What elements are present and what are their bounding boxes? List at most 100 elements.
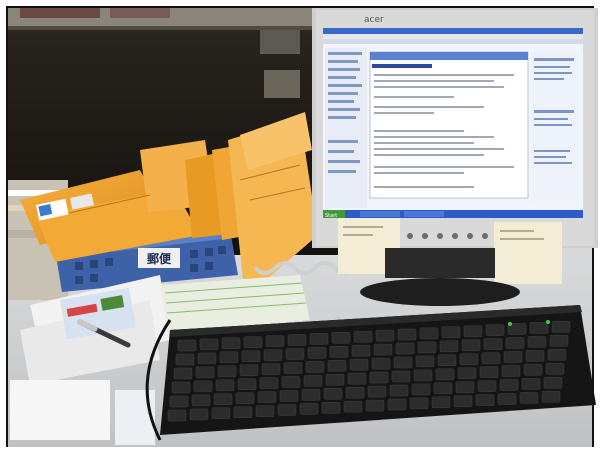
keyboard-key [199,338,219,351]
keyboard-key [171,381,191,394]
photo-scene: 郵便 acer Start [0,0,600,453]
keyboard-key [431,396,451,409]
keyboard-key [499,379,519,391]
keyboard-key [215,379,235,392]
keyboard-key [243,336,263,348]
keyboard-key [177,339,197,352]
keyboard-key [329,346,349,358]
monitor: acer Start [312,8,598,248]
keyboard-key [463,325,483,337]
keyboard-key [371,357,391,370]
keyboard-key [235,392,255,404]
keyboard-key [219,351,239,364]
keyboard-key [323,388,343,400]
keyboard-key [397,328,417,341]
keyboard-key [365,399,385,412]
keyboard-key [393,356,413,369]
keyboard-key [259,377,279,389]
keyboard-key [433,382,453,395]
keyboard-key [239,364,259,376]
keyboard-key [505,337,525,349]
keyboard-key [415,355,435,368]
monitor-stand [385,248,495,278]
keyboard-key [261,363,281,375]
keyboard-key [299,403,319,415]
keyboard-key [327,360,347,372]
keyboard-key [343,400,363,413]
keyboard-key [547,349,567,361]
keyboard-key [391,370,411,383]
keyboard-key [281,376,301,388]
keyboard-key [551,321,571,333]
keyboard-key [387,398,407,411]
keyboard-key [353,330,373,343]
keyboard-key [439,340,459,353]
keyboard-key [367,385,387,398]
keyboard-key [189,408,209,421]
keyboard-key [413,369,433,382]
keyboard-key [395,342,415,355]
keyboard-key [241,350,261,362]
keyboard-key [497,393,517,405]
keyboard-key [519,392,539,404]
keyboard-key [461,339,481,351]
keyboard-key [287,334,307,346]
keyboard-key [221,337,241,350]
keyboard-key [303,375,323,387]
screen-nav-panel [325,48,367,208]
keyboard-key [419,327,439,340]
keyboard-key [265,335,285,347]
keyboard-key [175,353,195,366]
keyboard-key [477,380,497,392]
keyboard-key [373,343,393,356]
keyboard-key [479,366,499,378]
mail-bin-label: 郵便 [147,251,172,266]
keyboard-key [233,406,253,418]
keyboard-key [527,336,547,348]
keyboard-key [501,365,521,377]
keyboard-key [455,381,475,393]
keyboard-key [483,338,503,350]
keyboard-key [211,407,231,420]
keyboard-key [453,395,473,407]
keyboard-key [173,367,193,380]
keyboard-key [409,397,429,410]
keyboard-key [545,363,565,375]
keyboard-key [481,352,501,364]
keyboard-key [503,351,523,363]
keyboard-key [347,372,367,385]
keyboard-key [331,332,351,344]
keyboard-key [441,326,461,339]
keyboard-key [523,364,543,376]
keyboard-key [345,386,365,399]
keyboard-key [375,329,395,342]
keyboard-key [417,341,437,354]
keyboard-key [255,405,275,417]
keyboard-key [369,371,389,384]
keyboard-key [521,378,541,390]
keyboard-key [237,378,257,390]
keyboard-key [389,384,409,397]
keyboard-key [257,391,277,403]
keyboard-key [167,409,187,422]
keyboard-key [543,377,563,389]
keyboard-key [525,350,545,362]
keyboard-key [325,374,345,386]
keyboard-key [217,365,237,378]
keyboard-key [283,362,303,374]
keyboard-key [541,391,561,403]
screen-content [369,51,529,199]
keyboard-key [301,389,321,401]
keyboard-key [485,324,505,336]
keyboard-key [305,361,325,373]
keyboard-key [475,394,495,406]
screen-side-panel [531,52,579,202]
keyboard-key [457,367,477,379]
keyboard-key [279,390,299,402]
keyboard-key [549,335,569,347]
start-button: Start [325,213,337,219]
keyboard-key [349,358,369,371]
keyboard-key [197,352,217,365]
keyboard-key [191,394,211,407]
monitor-brand: acer [364,15,384,25]
